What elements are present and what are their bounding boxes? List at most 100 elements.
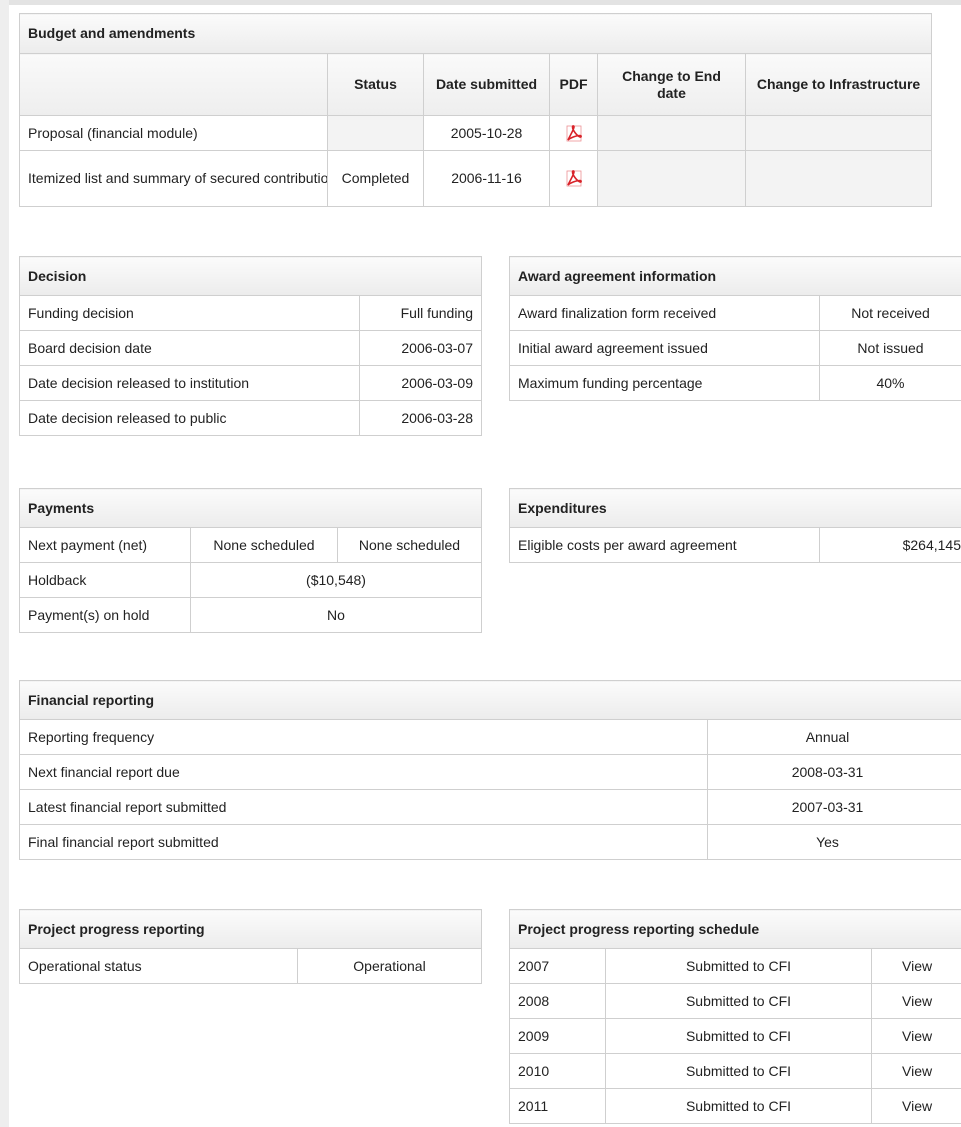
table-row: Itemized list and summary of secured con… bbox=[19, 150, 933, 207]
financial-table: Financial reporting Reporting frequency A… bbox=[18, 680, 961, 860]
schedule-status: Submitted to CFI bbox=[605, 1053, 872, 1089]
progress-value: Operational bbox=[297, 948, 482, 984]
decision-value: Full funding bbox=[358, 295, 483, 331]
award-title: Award agreement information bbox=[508, 256, 961, 296]
table-row: Next payment (net) None scheduled None s… bbox=[19, 527, 482, 563]
view-link[interactable]: View bbox=[902, 993, 932, 1009]
payments-hold-value: No bbox=[190, 597, 482, 633]
table-row: 2011 Submitted to CFI View bbox=[509, 1088, 961, 1124]
budget-row-name: Itemized list and summary of secured con… bbox=[19, 150, 328, 207]
award-value: 40% bbox=[819, 365, 961, 401]
expenditures-label: Eligible costs per award agreement bbox=[509, 527, 820, 563]
budget-row-change-end bbox=[597, 150, 746, 207]
view-link[interactable]: View bbox=[902, 958, 932, 974]
payments-holdback-value: ($10,548) bbox=[190, 562, 482, 598]
table-row: Date decision released to public 2006-03-… bbox=[19, 400, 483, 436]
table-row: Eligible costs per award agreement $264,… bbox=[509, 527, 961, 563]
schedule-table: Project progress reporting schedule 2007… bbox=[508, 909, 961, 1124]
budget-table: Budget and amendments Status Date submit… bbox=[18, 13, 933, 207]
payments-next-value: None scheduled bbox=[190, 527, 338, 563]
schedule-status: Submitted to CFI bbox=[605, 1088, 872, 1124]
financial-label: Reporting frequency bbox=[19, 719, 708, 755]
table-row: Final financial report submitted Yes bbox=[19, 824, 961, 860]
award-value: Not received bbox=[819, 295, 961, 331]
budget-header-name bbox=[19, 53, 328, 116]
table-row: Award finalization form received Not rece… bbox=[509, 295, 961, 331]
payments-next-value: None scheduled bbox=[337, 527, 482, 563]
top-band bbox=[0, 0, 961, 5]
budget-row-change-end bbox=[597, 115, 746, 151]
award-table: Award agreement information Award finali… bbox=[508, 256, 961, 401]
table-row: Maximum funding percentage 40% bbox=[509, 365, 961, 401]
table-row: 2007 Submitted to CFI View bbox=[509, 948, 961, 984]
schedule-year: 2007 bbox=[509, 948, 606, 984]
budget-row-pdf bbox=[549, 150, 598, 207]
table-row: Operational status Operational bbox=[19, 948, 482, 984]
financial-value: 2008-03-31 bbox=[706, 754, 961, 790]
decision-label: Date decision released to institution bbox=[19, 365, 360, 401]
budget-row-pdf bbox=[549, 115, 598, 151]
table-row: 2010 Submitted to CFI View bbox=[509, 1053, 961, 1089]
decision-label: Board decision date bbox=[19, 330, 360, 366]
payments-next-label: Next payment (net) bbox=[19, 527, 191, 563]
progress-label: Operational status bbox=[19, 948, 298, 984]
financial-value: 2007-03-31 bbox=[706, 789, 961, 825]
budget-title: Budget and amendments bbox=[18, 13, 933, 54]
financial-value: Yes bbox=[706, 824, 961, 860]
progress-title: Project progress reporting bbox=[19, 909, 482, 949]
budget-header-pdf: PDF bbox=[549, 53, 598, 116]
budget-header-change-infra: Change to Infrastructure bbox=[744, 53, 933, 116]
payments-table: Payments Next payment (net) None schedul… bbox=[19, 488, 482, 633]
pdf-icon[interactable] bbox=[566, 124, 582, 142]
decision-label: Funding decision bbox=[19, 295, 360, 331]
pdf-icon[interactable] bbox=[566, 170, 582, 187]
budget-row-change-infra bbox=[744, 115, 933, 151]
table-row: Board decision date 2006-03-07 bbox=[19, 330, 483, 366]
budget-row-date: 2005-10-28 bbox=[423, 115, 550, 151]
financial-value: Annual bbox=[706, 719, 961, 755]
table-row: Reporting frequency Annual bbox=[19, 719, 961, 755]
schedule-year: 2008 bbox=[509, 983, 606, 1019]
budget-row-status bbox=[327, 115, 424, 151]
payments-hold-label: Payment(s) on hold bbox=[19, 597, 191, 633]
budget-header-change-end: Change to End date bbox=[597, 53, 746, 116]
left-band bbox=[0, 0, 9, 1127]
table-row: 2008 Submitted to CFI View bbox=[509, 983, 961, 1019]
award-label: Award finalization form received bbox=[509, 295, 820, 331]
financial-label: Final financial report submitted bbox=[19, 824, 708, 860]
view-link[interactable]: View bbox=[902, 1063, 932, 1079]
table-row: Holdback ($10,548) bbox=[19, 562, 482, 598]
decision-table: Decision Funding decision Full funding Bo… bbox=[18, 256, 483, 436]
budget-row-status: Completed bbox=[327, 150, 424, 207]
award-label: Maximum funding percentage bbox=[509, 365, 820, 401]
budget-header-date: Date submitted bbox=[423, 53, 550, 116]
decision-value: 2006-03-28 bbox=[358, 400, 483, 436]
budget-row-date: 2006-11-16 bbox=[423, 150, 550, 207]
schedule-status: Submitted to CFI bbox=[605, 983, 872, 1019]
schedule-title: Project progress reporting schedule bbox=[508, 909, 961, 949]
decision-value: 2006-03-09 bbox=[358, 365, 483, 401]
table-row: Proposal (financial module) 2005-10-28 bbox=[19, 115, 933, 151]
schedule-status: Submitted to CFI bbox=[605, 1018, 872, 1054]
table-row: 2009 Submitted to CFI View bbox=[509, 1018, 961, 1054]
table-row: Initial award agreement issued Not issued bbox=[509, 330, 961, 366]
payments-title: Payments bbox=[19, 488, 482, 528]
decision-title: Decision bbox=[18, 256, 483, 296]
decision-value: 2006-03-07 bbox=[358, 330, 483, 366]
view-link[interactable]: View bbox=[902, 1028, 932, 1044]
table-row: Next financial report due 2008-03-31 bbox=[19, 754, 961, 790]
view-link[interactable]: View bbox=[902, 1098, 932, 1114]
budget-row-change-infra bbox=[744, 150, 933, 207]
payments-holdback-label: Holdback bbox=[19, 562, 191, 598]
schedule-year: 2010 bbox=[509, 1053, 606, 1089]
award-label: Initial award agreement issued bbox=[509, 330, 820, 366]
table-row: Payment(s) on hold No bbox=[19, 597, 482, 633]
expenditures-table: Expenditures Eligible costs per award ag… bbox=[508, 488, 961, 563]
schedule-status: Submitted to CFI bbox=[605, 948, 872, 984]
table-row: Latest financial report submitted 2007-03… bbox=[19, 789, 961, 825]
expenditures-title: Expenditures bbox=[508, 488, 961, 528]
budget-row-name: Proposal (financial module) bbox=[19, 115, 328, 151]
progress-table: Project progress reporting Operational s… bbox=[19, 909, 482, 984]
table-row: Date decision released to institution 200… bbox=[19, 365, 483, 401]
table-row: Funding decision Full funding bbox=[19, 295, 483, 331]
